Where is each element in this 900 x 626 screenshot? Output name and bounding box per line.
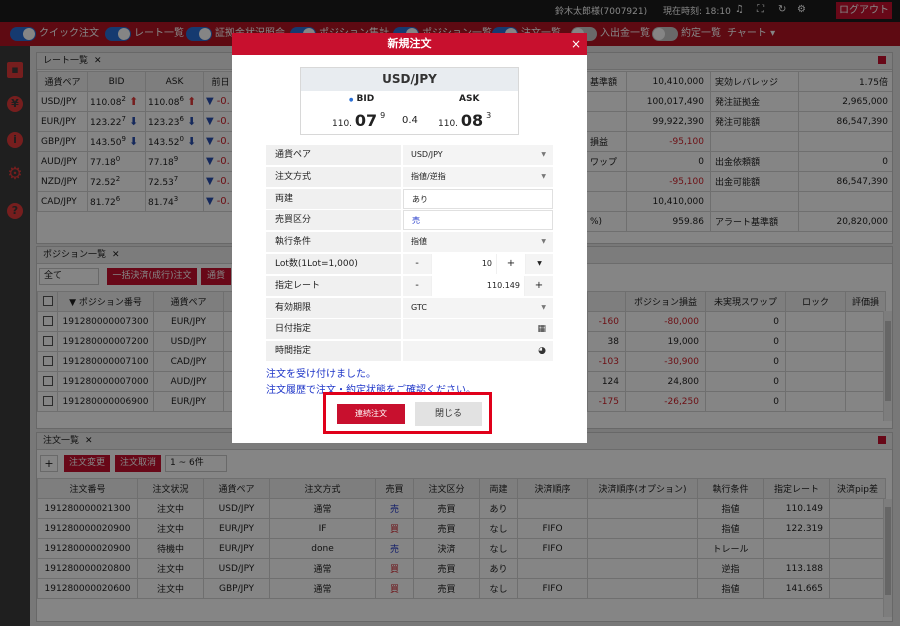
field-rate: 指定レート - 110.149 +: [266, 276, 553, 296]
time-input[interactable]: ◕: [403, 341, 553, 361]
field-both: 両建 あり: [266, 189, 553, 209]
lot-increment-button[interactable]: +: [497, 254, 525, 274]
lot-dropdown-icon[interactable]: ▼: [526, 254, 553, 274]
lot-decrement-button[interactable]: -: [403, 254, 431, 274]
field-lot: Lot数(1Lot=1,000) - 10 + ▼: [266, 254, 553, 274]
field-pair: 通貨ペア USD/JPY ▼: [266, 145, 553, 165]
buy-sell-value[interactable]: 売: [403, 210, 553, 230]
order-accepted-message: 注文を受け付けました。: [266, 369, 376, 380]
close-icon[interactable]: ×: [571, 33, 581, 55]
continuous-order-button[interactable]: 連続注文: [337, 404, 405, 424]
field-date: 日付指定 ▦: [266, 319, 553, 339]
field-condition: 執行条件 指値 ▼: [266, 232, 553, 252]
order-method-select[interactable]: 指値/逆指 ▼: [403, 167, 553, 187]
condition-select[interactable]: 指値 ▼: [403, 232, 553, 252]
field-method: 注文方式 指値/逆指 ▼: [266, 167, 553, 187]
calendar-icon: ▦: [537, 324, 546, 334]
quote-pair: USD/JPY: [301, 68, 518, 91]
bid-price[interactable]: 110. 07 9: [332, 111, 385, 130]
close-dialog-button[interactable]: 閉じる: [415, 402, 482, 426]
lot-input[interactable]: 10: [432, 254, 496, 274]
field-time: 時間指定 ◕: [266, 341, 553, 361]
clock-icon: ◕: [538, 346, 546, 356]
rate-decrement-button[interactable]: -: [403, 276, 431, 296]
rate-increment-button[interactable]: +: [525, 276, 553, 296]
pair-select[interactable]: USD/JPY ▼: [403, 145, 553, 165]
spread-value: 0.4: [402, 115, 418, 126]
rate-input[interactable]: 110.149: [432, 276, 524, 296]
both-side-value[interactable]: あり: [403, 189, 553, 209]
date-input[interactable]: ▦: [403, 319, 553, 339]
ask-price[interactable]: 110. 08 3: [438, 111, 491, 130]
field-expiry: 有効期限 GTC ▼: [266, 298, 553, 318]
quote-box: USD/JPY ● BID ASK 110. 07 9 0.4 110. 08 …: [300, 67, 519, 135]
bid-label: ● BID: [349, 94, 375, 104]
new-order-dialog: 新規注文 × USD/JPY ● BID ASK 110. 07 9 0.4 1…: [232, 33, 587, 443]
ask-label: ASK: [459, 94, 480, 104]
field-side: 売買区分 売: [266, 210, 553, 230]
expiry-select[interactable]: GTC ▼: [403, 298, 553, 318]
dialog-title: 新規注文: [232, 33, 587, 55]
